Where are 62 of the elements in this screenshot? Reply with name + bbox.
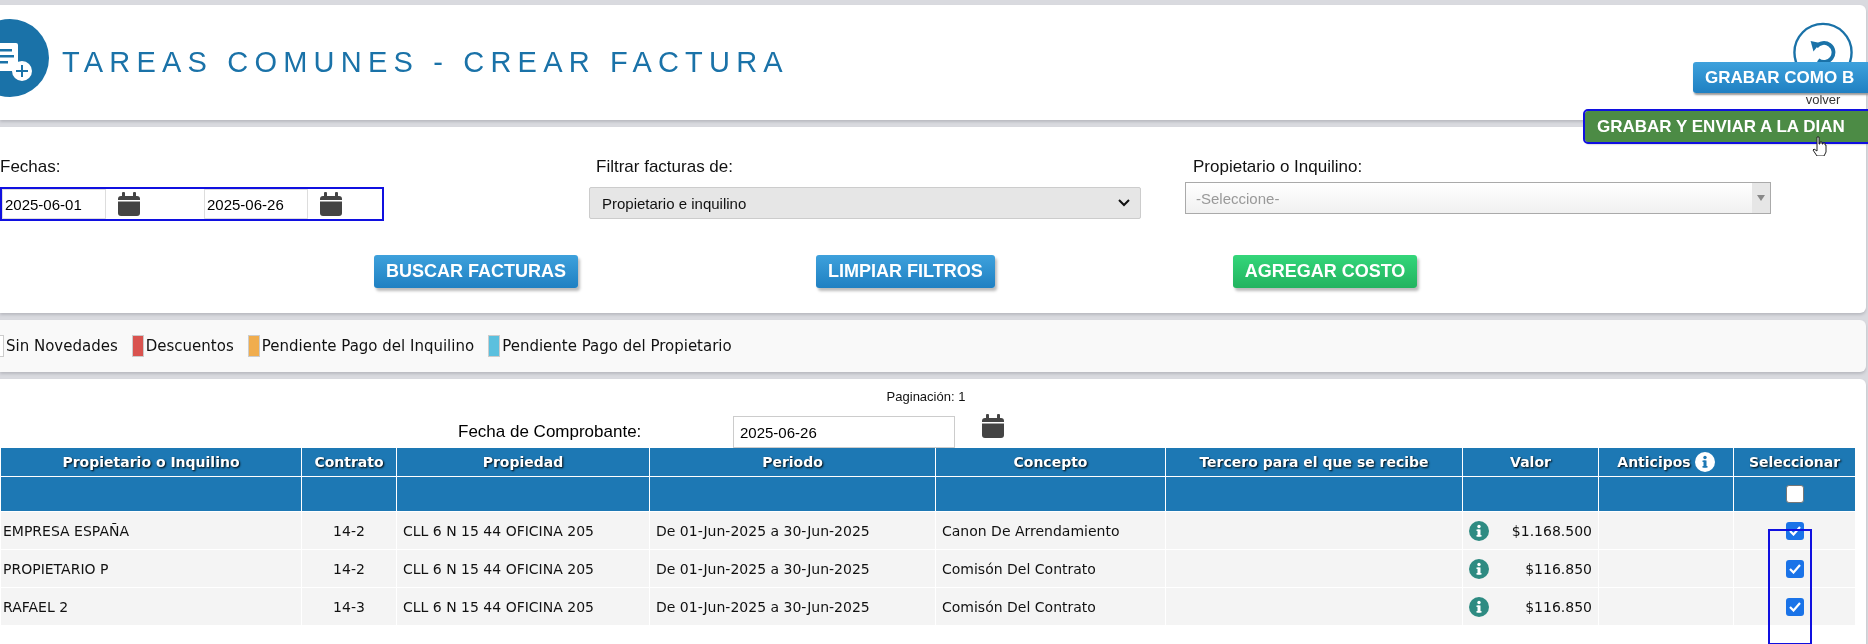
dates-label: Fechas: bbox=[0, 157, 62, 177]
add-cost-button[interactable]: AGREGAR COSTO bbox=[1232, 255, 1418, 288]
table-cell: PROPIETARIO P bbox=[0, 549, 302, 588]
table-cell: Comisón Del Contrato bbox=[935, 549, 1166, 588]
column-header: Tercero para el que se recibe bbox=[1199, 454, 1429, 470]
filter-dropdown[interactable]: Propietario e inquilino bbox=[589, 187, 1141, 219]
column-header: Propiedad bbox=[482, 454, 564, 470]
calendar-icon[interactable] bbox=[118, 192, 140, 216]
send-button[interactable]: GRABAR Y ENVIAR A LA DIAN bbox=[1585, 111, 1868, 142]
pagination-label: Paginación: 1 bbox=[885, 389, 967, 404]
legend-label: Descuentos bbox=[145, 337, 234, 355]
legend-label: Pendiente Pago del Inquilino bbox=[261, 337, 475, 355]
table-cell: De 01-Jun-2025 a 30-Jun-2025 bbox=[649, 549, 936, 588]
table-cell: $1.168.500 bbox=[1511, 522, 1592, 539]
column-header: Valor bbox=[1510, 454, 1551, 470]
legend-label: Sin Novedades bbox=[6, 337, 118, 355]
table-cell: CLL 6 N 15 44 OFICINA 205 bbox=[396, 587, 650, 626]
column-header: Propietario o Inquilino bbox=[62, 454, 240, 470]
calendar-icon[interactable] bbox=[982, 414, 1004, 438]
voucher-date-label: Fecha de Comprobante: bbox=[458, 422, 643, 442]
table-cell: $116.850 bbox=[1525, 598, 1592, 615]
search-button[interactable]: BUSCAR FACTURAS bbox=[374, 255, 578, 288]
info-icon[interactable] bbox=[1469, 520, 1489, 541]
table-cell: CLL 6 N 15 44 OFICINA 205 bbox=[396, 511, 650, 550]
table-cell: EMPRESA ESPAÑA bbox=[0, 511, 302, 550]
select-all-checkbox[interactable] bbox=[1785, 485, 1804, 503]
column-header: Anticipos bbox=[1617, 454, 1691, 470]
caret-down-icon bbox=[1757, 195, 1765, 201]
info-icon[interactable] bbox=[1469, 596, 1489, 617]
column-header: Periodo bbox=[762, 454, 823, 470]
voucher-date-field[interactable]: 2025-06-26 bbox=[733, 416, 955, 448]
table-cell: De 01-Jun-2025 a 30-Jun-2025 bbox=[649, 587, 936, 626]
table-cell: 14-2 bbox=[301, 511, 397, 550]
clear-button[interactable]: LIMPIAR FILTROS bbox=[816, 255, 995, 288]
back-label[interactable]: volver bbox=[1805, 92, 1841, 107]
chevron-down-icon bbox=[1118, 199, 1130, 207]
save-button[interactable]: GRABAR COMO B bbox=[1693, 62, 1868, 93]
to-date-field[interactable]: 2025-06-26 bbox=[204, 189, 308, 219]
row-checkbox[interactable] bbox=[1785, 597, 1804, 616]
undo-icon[interactable] bbox=[1792, 22, 1854, 62]
table-cell: $116.850 bbox=[1525, 560, 1592, 577]
info-icon[interactable] bbox=[1469, 558, 1489, 579]
info-icon[interactable] bbox=[1694, 452, 1715, 472]
column-header: Concepto bbox=[1013, 454, 1088, 470]
party-label: Propietario o Inquilino: bbox=[1193, 157, 1364, 177]
column-header: Seleccionar bbox=[1748, 454, 1841, 470]
column-header: Contrato bbox=[314, 454, 384, 470]
table-cell: RAFAEL 2 bbox=[0, 587, 302, 626]
table-cell: CLL 6 N 15 44 OFICINA 205 bbox=[396, 549, 650, 588]
table-cell: 14-3 bbox=[301, 587, 397, 626]
table-cell: Comisón Del Contrato bbox=[935, 587, 1166, 626]
table-cell: Canon De Arrendamiento bbox=[935, 511, 1166, 550]
hand-cursor-icon bbox=[1812, 136, 1828, 156]
from-date-field[interactable]: 2025-06-01 bbox=[2, 189, 106, 219]
row-checkbox[interactable] bbox=[1785, 559, 1804, 578]
filter-label: Filtrar facturas de: bbox=[596, 157, 734, 177]
table-cell: 14-2 bbox=[301, 549, 397, 588]
table-cell: De 01-Jun-2025 a 30-Jun-2025 bbox=[649, 511, 936, 550]
party-dropdown[interactable]: -Seleccione- bbox=[1185, 182, 1771, 214]
calendar-icon[interactable] bbox=[320, 192, 342, 216]
legend-label: Pendiente Pago del Propietario bbox=[502, 337, 732, 355]
page-title: TAREAS COMUNES - CREAR FACTURA bbox=[62, 46, 789, 79]
